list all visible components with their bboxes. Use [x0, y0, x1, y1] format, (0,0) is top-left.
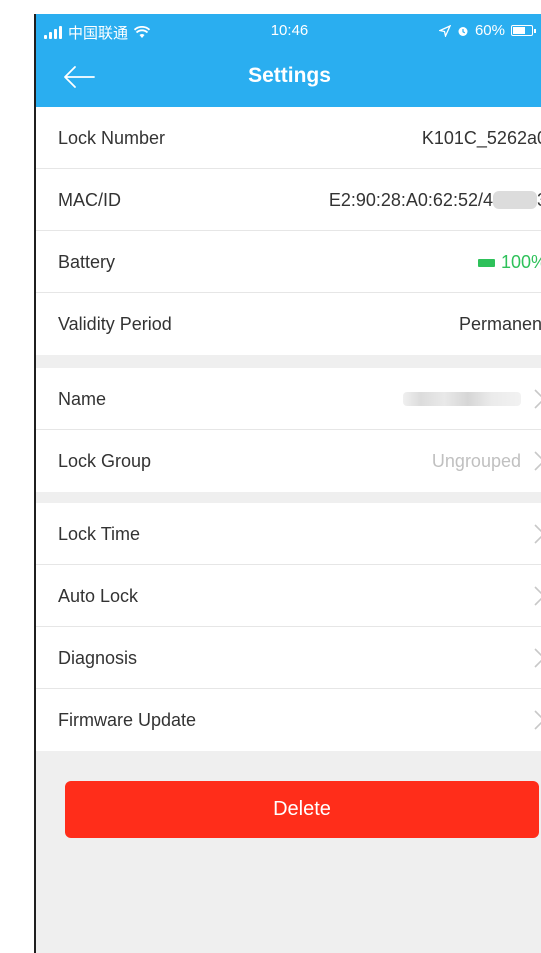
- chevron-right-icon: [534, 451, 541, 471]
- info-section: Lock Number K101C_5262a0 MAC/ID E2:90:28…: [36, 107, 541, 355]
- chevron-right-icon: [534, 389, 541, 409]
- alarm-icon: [458, 26, 468, 36]
- identity-section: Name Lock Group Ungrouped: [36, 368, 541, 492]
- row-label: Firmware Update: [58, 710, 197, 730]
- lock-group-value: Ungrouped: [431, 451, 521, 471]
- row-label: Lock Group: [58, 451, 152, 471]
- nav-bar: Settings: [36, 48, 541, 107]
- battery-level: 100%: [500, 252, 541, 272]
- lock-number-row: Lock Number K101C_5262a0: [36, 107, 541, 169]
- phone-screen: 中国联通 10:46 60% Settings Lock Number K101…: [34, 14, 541, 953]
- row-label: Auto Lock: [58, 586, 139, 606]
- chevron-right-icon: [534, 648, 541, 668]
- battery-percent: 60%: [474, 22, 505, 39]
- battery-value: 100%: [477, 252, 541, 273]
- delete-button[interactable]: Delete: [65, 781, 539, 838]
- status-right: 60%: [438, 22, 536, 39]
- mac-id-text: E2:90:28:A0:62:52/4: [328, 190, 493, 210]
- status-bar: 中国联通 10:46 60%: [36, 14, 541, 48]
- row-label: Lock Number: [58, 128, 166, 148]
- app-header: 中国联通 10:46 60% Settings: [36, 14, 541, 107]
- mac-id-tail: 3: [537, 190, 541, 210]
- status-battery-icon: [511, 25, 536, 36]
- validity-period-value: Permanent: [458, 314, 541, 334]
- name-row[interactable]: Name: [36, 368, 541, 430]
- row-label: Diagnosis: [58, 648, 138, 668]
- row-label: Validity Period: [58, 314, 172, 334]
- lock-time-row[interactable]: Lock Time: [36, 503, 541, 565]
- row-label: Battery: [58, 252, 116, 272]
- firmware-update-row[interactable]: Firmware Update: [36, 689, 541, 751]
- lock-number-value: K101C_5262a0: [421, 128, 541, 148]
- mac-id-row: MAC/ID E2:90:28:A0:62:52/4 3: [36, 169, 541, 231]
- screenshot-margin-left: [0, 0, 34, 953]
- chevron-right-icon: [534, 524, 541, 544]
- chevron-right-icon: [534, 710, 541, 730]
- mac-id-value: E2:90:28:A0:62:52/4 3: [329, 190, 541, 211]
- battery-icon: [477, 258, 495, 267]
- row-label: Lock Time: [58, 524, 141, 544]
- redacted-blur: [492, 191, 537, 209]
- validity-period-row: Validity Period Permanent: [36, 293, 541, 355]
- chevron-right-icon: [534, 586, 541, 606]
- battery-row: Battery 100%: [36, 231, 541, 293]
- screenshot-margin-top: [0, 0, 541, 14]
- features-section: Lock Time Auto Lock Diagnosis Firmware U…: [36, 503, 541, 751]
- row-label: MAC/ID: [58, 190, 121, 210]
- page-title: Settings: [248, 64, 331, 87]
- lock-group-row[interactable]: Lock Group Ungrouped: [36, 430, 541, 492]
- row-label: Name: [58, 389, 107, 409]
- auto-lock-row[interactable]: Auto Lock: [36, 565, 541, 627]
- name-value-redacted: [403, 392, 521, 406]
- location-icon: [438, 24, 451, 37]
- diagnosis-row[interactable]: Diagnosis: [36, 627, 541, 689]
